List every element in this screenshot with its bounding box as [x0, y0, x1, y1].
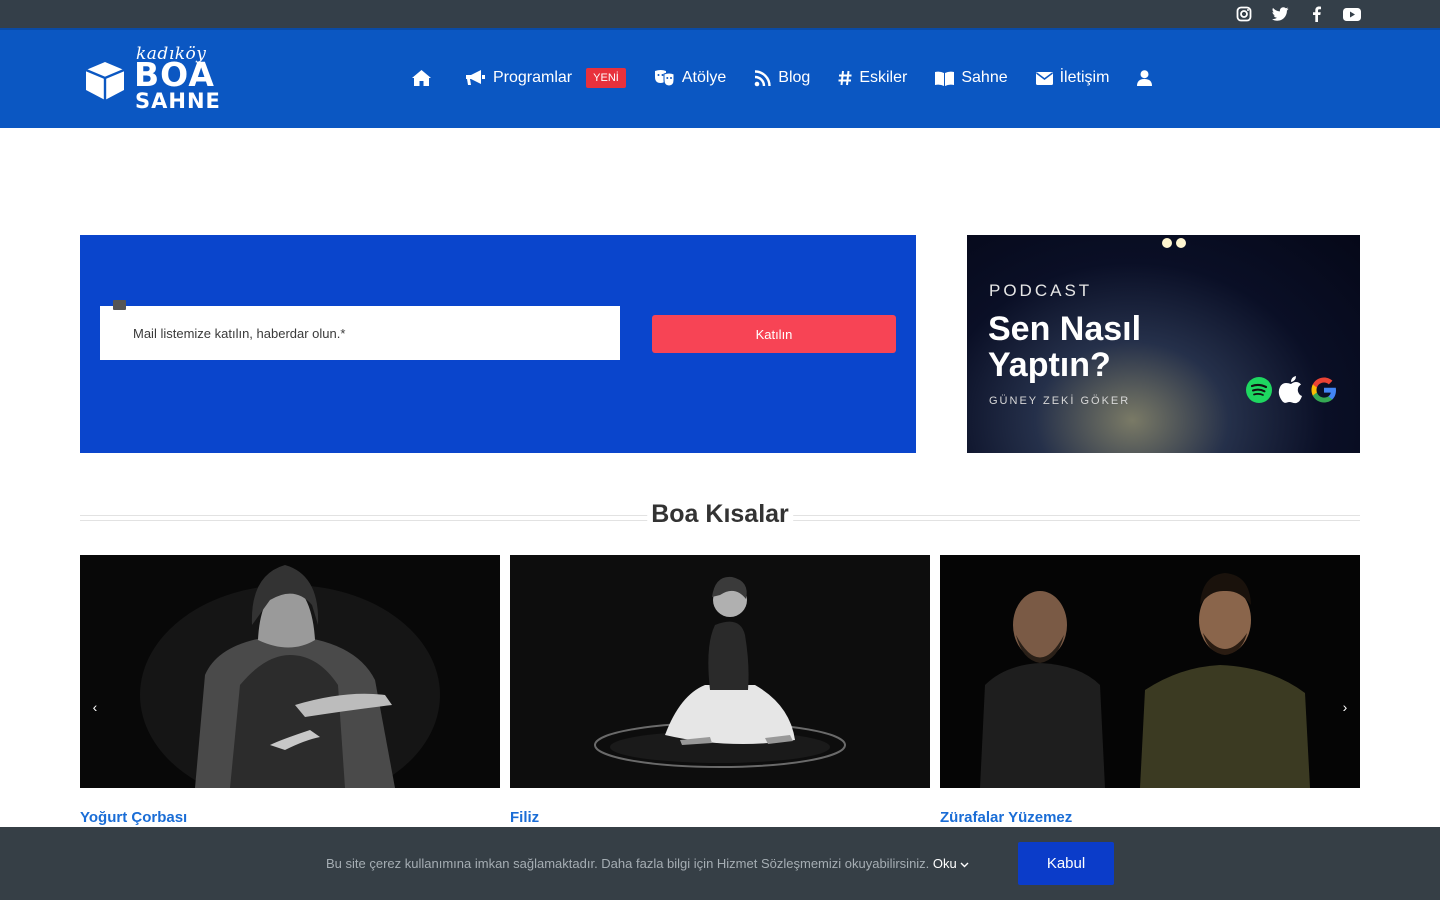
cookie-read-more[interactable]: Oku — [933, 856, 969, 871]
user-icon — [1137, 70, 1153, 86]
feed-icon — [754, 69, 771, 86]
new-badge: YENİ — [586, 68, 626, 88]
envelope-icon — [1035, 71, 1053, 85]
social-links — [1234, 4, 1362, 24]
card-image-1[interactable] — [80, 555, 500, 788]
podcast-title-line1: Sen Nasıl — [988, 310, 1142, 348]
section-header: Boa Kısalar — [80, 500, 1360, 532]
card-title-3[interactable]: Zürafalar Yüzemez — [940, 809, 1072, 826]
nav-workshop[interactable]: Atölye — [654, 69, 726, 87]
performer-photo — [80, 555, 500, 788]
cookie-read-more-label: Oku — [932, 856, 957, 871]
apple-icon[interactable] — [1278, 375, 1304, 405]
newsletter-box: Mail listemize katılın, haberdar olun.* … — [80, 235, 916, 453]
megaphone-icon — [466, 70, 485, 85]
podcast-banner[interactable]: PODCAST Sen Nasıl Yaptın? GÜNEY ZEKİ GÖK… — [967, 235, 1360, 453]
carousel-prev[interactable]: ‹ — [87, 699, 103, 715]
nav-archive-label: Eskiler — [859, 69, 908, 86]
logo-main-text: BOA — [134, 55, 215, 94]
cookie-text-wrapper: Bu site çerez kullanımına imkan sağlamak… — [326, 856, 969, 871]
carousel-next[interactable]: › — [1337, 699, 1353, 715]
nav-stage-label: Sahne — [961, 69, 1008, 86]
instagram-icon[interactable] — [1234, 4, 1254, 24]
twitter-icon[interactable] — [1270, 4, 1290, 24]
mail-icon — [113, 300, 126, 310]
card-title-1[interactable]: Yoğurt Çorbası — [80, 809, 187, 826]
nav-home[interactable] — [412, 70, 438, 86]
home-icon — [412, 70, 431, 86]
podcast-platforms — [1245, 375, 1339, 405]
nav-account[interactable] — [1137, 70, 1159, 86]
podcast-label: PODCAST — [989, 281, 1093, 300]
nav-blog-label: Blog — [778, 69, 811, 86]
card-image-3[interactable] — [940, 555, 1360, 788]
section-title: Boa Kısalar — [647, 500, 793, 529]
podcast-title-line2: Yaptın? — [988, 346, 1111, 384]
google-icon[interactable] — [1309, 375, 1339, 405]
nav-programs[interactable]: Programlar YENİ — [466, 68, 626, 88]
cube-logo-icon — [85, 62, 125, 100]
actors-photo — [940, 555, 1360, 788]
accept-cookies-button[interactable]: Kabul — [1018, 842, 1114, 885]
nav-workshop-label: Atölye — [681, 69, 727, 86]
card-title-2[interactable]: Filiz — [510, 809, 539, 826]
cookie-bar: Bu site çerez kullanımına imkan sağlamak… — [0, 827, 1440, 900]
lights-icon — [1162, 238, 1186, 248]
cookie-text: Bu site çerez kullanımına imkan sağlamak… — [326, 856, 930, 871]
hashtag-icon — [838, 70, 852, 86]
youtube-icon[interactable] — [1342, 4, 1362, 24]
podcast-author: GÜNEY ZEKİ GÖKER — [989, 395, 1131, 407]
chevron-down-icon — [960, 862, 969, 868]
nav-blog[interactable]: Blog — [754, 69, 810, 87]
spotify-icon[interactable] — [1245, 376, 1273, 404]
newsletter-placeholder: Mail listemize katılın, haberdar olun.* — [133, 326, 346, 341]
nav-programs-label: Programlar — [493, 69, 573, 86]
facebook-icon[interactable] — [1306, 4, 1326, 24]
book-open-icon — [935, 71, 955, 86]
main-nav: Programlar YENİ Atölye Blog Eskiler Sahn… — [412, 66, 1187, 90]
card-image-2[interactable] — [510, 555, 930, 788]
join-button[interactable]: Katılın — [652, 315, 896, 353]
logo[interactable]: kadıköy BOA SAHNE — [84, 44, 224, 114]
site-header: kadıköy BOA SAHNE Programlar YENİ Atölye… — [0, 28, 1440, 128]
nav-contact-label: İletişim — [1059, 69, 1110, 86]
nav-archive[interactable]: Eskiler — [838, 69, 907, 87]
top-bar — [0, 0, 1440, 28]
nav-contact[interactable]: İletişim — [1035, 69, 1110, 87]
podcast-title: Sen Nasıl Yaptın? — [988, 311, 1141, 383]
theater-masks-icon — [654, 70, 675, 86]
newsletter-email-input[interactable]: Mail listemize katılın, haberdar olun.* — [100, 300, 620, 360]
nav-stage[interactable]: Sahne — [935, 69, 1008, 87]
logo-sub-text: SAHNE — [135, 89, 221, 113]
dancer-photo — [510, 555, 930, 788]
